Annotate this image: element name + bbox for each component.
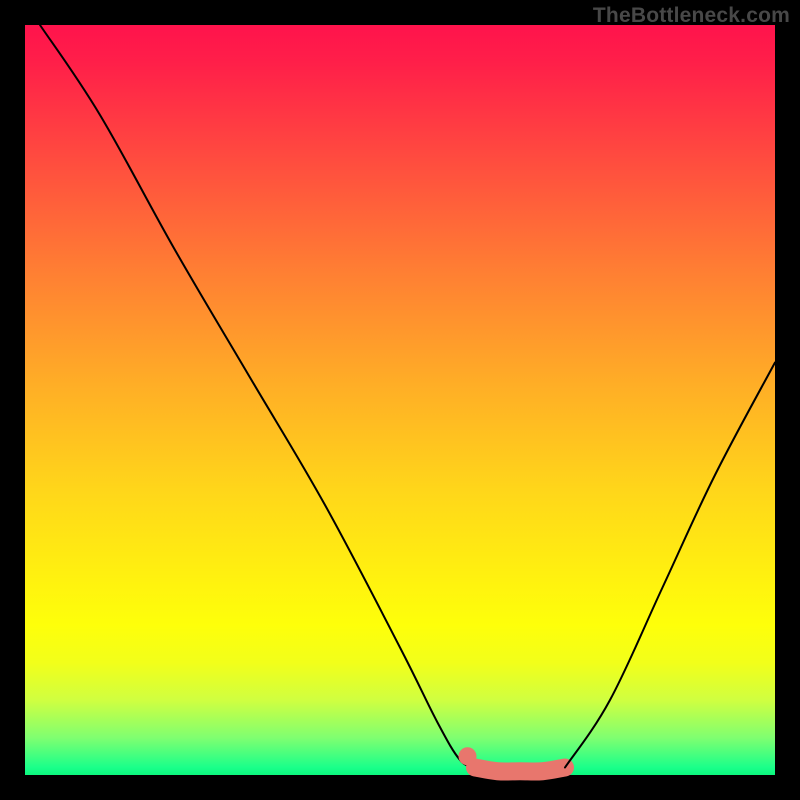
curve-right-branch [565,363,775,768]
chart-frame: TheBottleneck.com [0,0,800,800]
attribution-label: TheBottleneck.com [593,4,790,28]
curve-plateau-highlight [475,768,565,772]
curve-left-branch [40,25,475,768]
marker-dot-left [459,747,477,765]
plot-area [25,25,775,775]
curve-layer [25,25,775,775]
